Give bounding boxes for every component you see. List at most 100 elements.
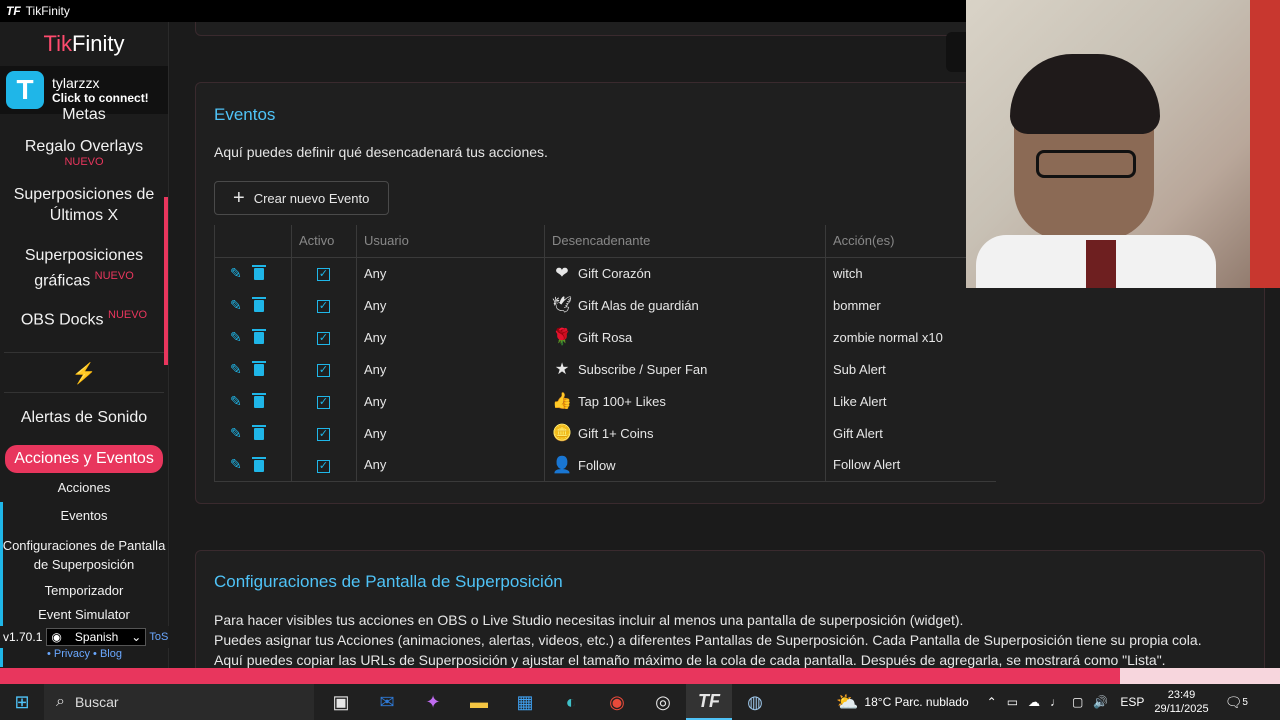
tos-link[interactable]: ToS: [149, 631, 168, 643]
search-placeholder: Buscar: [74, 694, 119, 710]
trigger-label: Gift 1+ Coins: [578, 426, 654, 441]
microphone-icon[interactable]: ♩: [1050, 695, 1062, 709]
pencil-icon[interactable]: ✎: [230, 265, 242, 281]
chevron-up-icon[interactable]: ⌃: [987, 695, 997, 709]
trigger-label: Gift Rosa: [578, 330, 633, 345]
weather-widget[interactable]: ⛅ 18°C Parc. nublado: [836, 692, 969, 713]
new-badge: NUEVO: [108, 309, 148, 322]
privacy-link[interactable]: Privacy: [54, 648, 90, 660]
trash-icon[interactable]: [251, 297, 266, 313]
row-actions-cell: ✎: [214, 321, 292, 353]
trash-icon[interactable]: [251, 425, 266, 441]
pencil-icon[interactable]: ✎: [230, 329, 242, 345]
trash-icon[interactable]: [251, 329, 266, 345]
blog-link[interactable]: Blog: [100, 648, 122, 660]
copilot-icon[interactable]: ✦: [410, 684, 456, 720]
table-row: ✎ ✓ Any ★ Subscribe / Super Fan Sub Alert: [214, 353, 996, 385]
network-icon[interactable]: ▢: [1072, 695, 1083, 709]
volume-icon[interactable]: 🔊: [1093, 695, 1108, 709]
action-cell: zombie normal x10: [825, 321, 996, 353]
input-language[interactable]: ESP: [1120, 695, 1144, 709]
trigger-cell: ❤ Gift Corazón: [544, 257, 826, 289]
action-cell: Gift Alert: [825, 417, 996, 449]
trigger-icon: 👍: [552, 393, 572, 410]
obs-icon[interactable]: ◎: [640, 684, 686, 720]
active-checkbox[interactable]: ✓: [317, 428, 330, 441]
sidebar-subitem-overlay-settings[interactable]: Configuraciones de Pantalla de Superposi…: [0, 536, 168, 574]
microsoft-store-icon[interactable]: ▦: [502, 684, 548, 720]
chrome-icon[interactable]: ◉: [594, 684, 640, 720]
sidebar-item-regalo-overlays[interactable]: Regalo Overlays NUEVO: [0, 138, 168, 168]
brand-finity: Finity: [71, 31, 125, 56]
sidebar-item-ultimos-x[interactable]: Superposiciones de Últimos X: [0, 184, 168, 226]
active-checkbox[interactable]: ✓: [317, 332, 330, 345]
meet-icon[interactable]: ▭: [1007, 695, 1018, 709]
webcam-background-wall: [1250, 0, 1280, 288]
active-checkbox[interactable]: ✓: [317, 364, 330, 377]
lightning-icon[interactable]: ⚡: [0, 361, 168, 386]
brand-logo[interactable]: Tik Finity: [0, 22, 168, 66]
sidebar-item-acciones-eventos[interactable]: Acciones y Eventos: [5, 444, 163, 473]
language-select[interactable]: ◉ Spanish ⌄: [46, 628, 147, 646]
pencil-icon[interactable]: ✎: [230, 425, 242, 441]
table-row: ✎ ✓ Any 👍 Tap 100+ Likes Like Alert: [214, 385, 996, 417]
active-cell: ✓: [291, 385, 357, 417]
sidebar-scrollbar[interactable]: [164, 197, 168, 365]
sidebar-subitem-temporizador[interactable]: Temporizador: [0, 583, 168, 598]
sidebar-item-graficas[interactable]: Superposiciones gráficas NUEVO: [0, 245, 168, 291]
overlay-settings-line1: Para hacer visibles tus acciones en OBS …: [214, 612, 964, 628]
clock[interactable]: 23:49 29/11/2025: [1154, 688, 1208, 716]
steam-icon[interactable]: ◍: [732, 684, 778, 720]
clock-date: 29/11/2025: [1154, 703, 1209, 715]
version-label: v1.70.1: [3, 630, 43, 644]
user-name: tylarzzx: [52, 75, 100, 91]
user-cell: Any: [356, 289, 545, 321]
sidebar-item-alertas-sonido[interactable]: Alertas de Sonido: [0, 409, 168, 427]
notifications-icon[interactable]: 🗨: [1225, 694, 1243, 711]
globe-icon: ◉: [51, 630, 62, 644]
onedrive-icon[interactable]: ☁: [1028, 695, 1040, 709]
sidebar: Tik Finity T tylarzzx Click to connect! M…: [0, 22, 169, 668]
trigger-label: Follow: [578, 457, 616, 473]
sidebar-item-obs-docks[interactable]: OBS Docks NUEVO: [0, 309, 168, 329]
tikfinity-taskbar-icon[interactable]: TF: [686, 684, 732, 720]
trash-icon[interactable]: [251, 456, 266, 472]
trigger-label: Gift Corazón: [578, 266, 651, 282]
sidebar-item-metas[interactable]: Metas: [0, 106, 168, 128]
active-checkbox[interactable]: ✓: [317, 396, 330, 409]
active-checkbox[interactable]: ✓: [317, 459, 330, 473]
sidebar-item-label: Superposiciones de Últimos X: [13, 186, 155, 224]
weather-text: 18°C Parc. nublado: [864, 695, 969, 709]
sidebar-subitem-acciones[interactable]: Acciones: [0, 480, 168, 495]
trash-icon[interactable]: [251, 265, 266, 281]
user-cell: Any: [356, 449, 545, 482]
pencil-icon[interactable]: ✎: [230, 456, 242, 472]
sidebar-subitem-eventos[interactable]: Eventos: [0, 508, 168, 523]
search-highlight-deer-icon: [250, 684, 298, 720]
active-checkbox[interactable]: ✓: [317, 300, 330, 313]
user-cell: Any: [356, 257, 545, 289]
task-view-icon[interactable]: ▣: [318, 684, 364, 720]
windows-start-icon[interactable]: ⊞: [0, 684, 44, 720]
active-cell: ✓: [291, 353, 357, 385]
col-actions: [214, 225, 292, 258]
pencil-icon[interactable]: ✎: [230, 297, 242, 313]
sidebar-item-label: OBS Docks: [20, 311, 104, 329]
col-usuario: Usuario: [356, 225, 545, 258]
outlook-icon[interactable]: ✉: [364, 684, 410, 720]
sidebar-item-label: Superposiciones gráficas: [24, 247, 144, 290]
sidebar-subitem-event-simulator[interactable]: Event Simulator: [0, 607, 168, 622]
trash-icon[interactable]: [251, 393, 266, 409]
events-table: Activo Usuario Desencadenante Acción(es)…: [214, 225, 996, 482]
overlay-settings-line3: Aquí puedes copiar las URLs de Superposi…: [214, 652, 1166, 668]
create-event-button[interactable]: + Crear nuevo Evento: [214, 181, 389, 215]
pencil-icon[interactable]: ✎: [230, 361, 242, 377]
active-checkbox[interactable]: ✓: [317, 268, 330, 282]
edge-icon[interactable]: ◐: [548, 684, 594, 720]
action-cell: Like Alert: [825, 385, 996, 417]
file-explorer-icon[interactable]: ▬: [456, 684, 502, 720]
pencil-icon[interactable]: ✎: [230, 393, 242, 409]
trigger-cell: 👤 Follow: [544, 449, 826, 482]
version-language-row: v1.70.1 ◉ Spanish ⌄ ToS: [0, 626, 169, 648]
trash-icon[interactable]: [251, 361, 266, 377]
